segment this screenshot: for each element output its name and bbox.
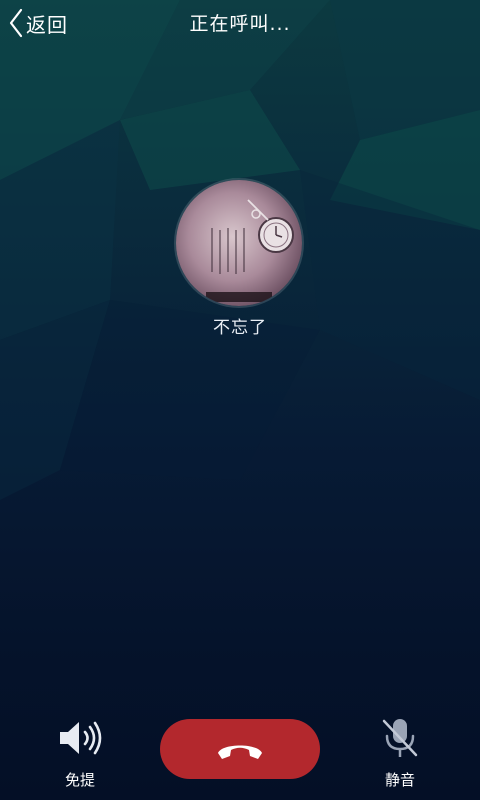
mute-label: 静音	[384, 771, 415, 789]
hangup-button[interactable]	[160, 719, 320, 779]
background	[0, 0, 480, 800]
phone-hangup-icon	[218, 745, 262, 759]
speaker-label: 免提	[64, 771, 95, 789]
speaker-icon	[60, 721, 102, 755]
mute-button[interactable]: 静音	[360, 715, 440, 790]
microphone-off-icon	[382, 719, 418, 757]
speaker-button[interactable]: 免提	[40, 715, 120, 790]
call-status-title: 正在呼叫...	[189, 13, 291, 35]
caller-name: 不忘了	[213, 318, 267, 338]
top-bar: 返回 正在呼叫...	[0, 0, 480, 44]
caller-avatar	[176, 180, 302, 306]
